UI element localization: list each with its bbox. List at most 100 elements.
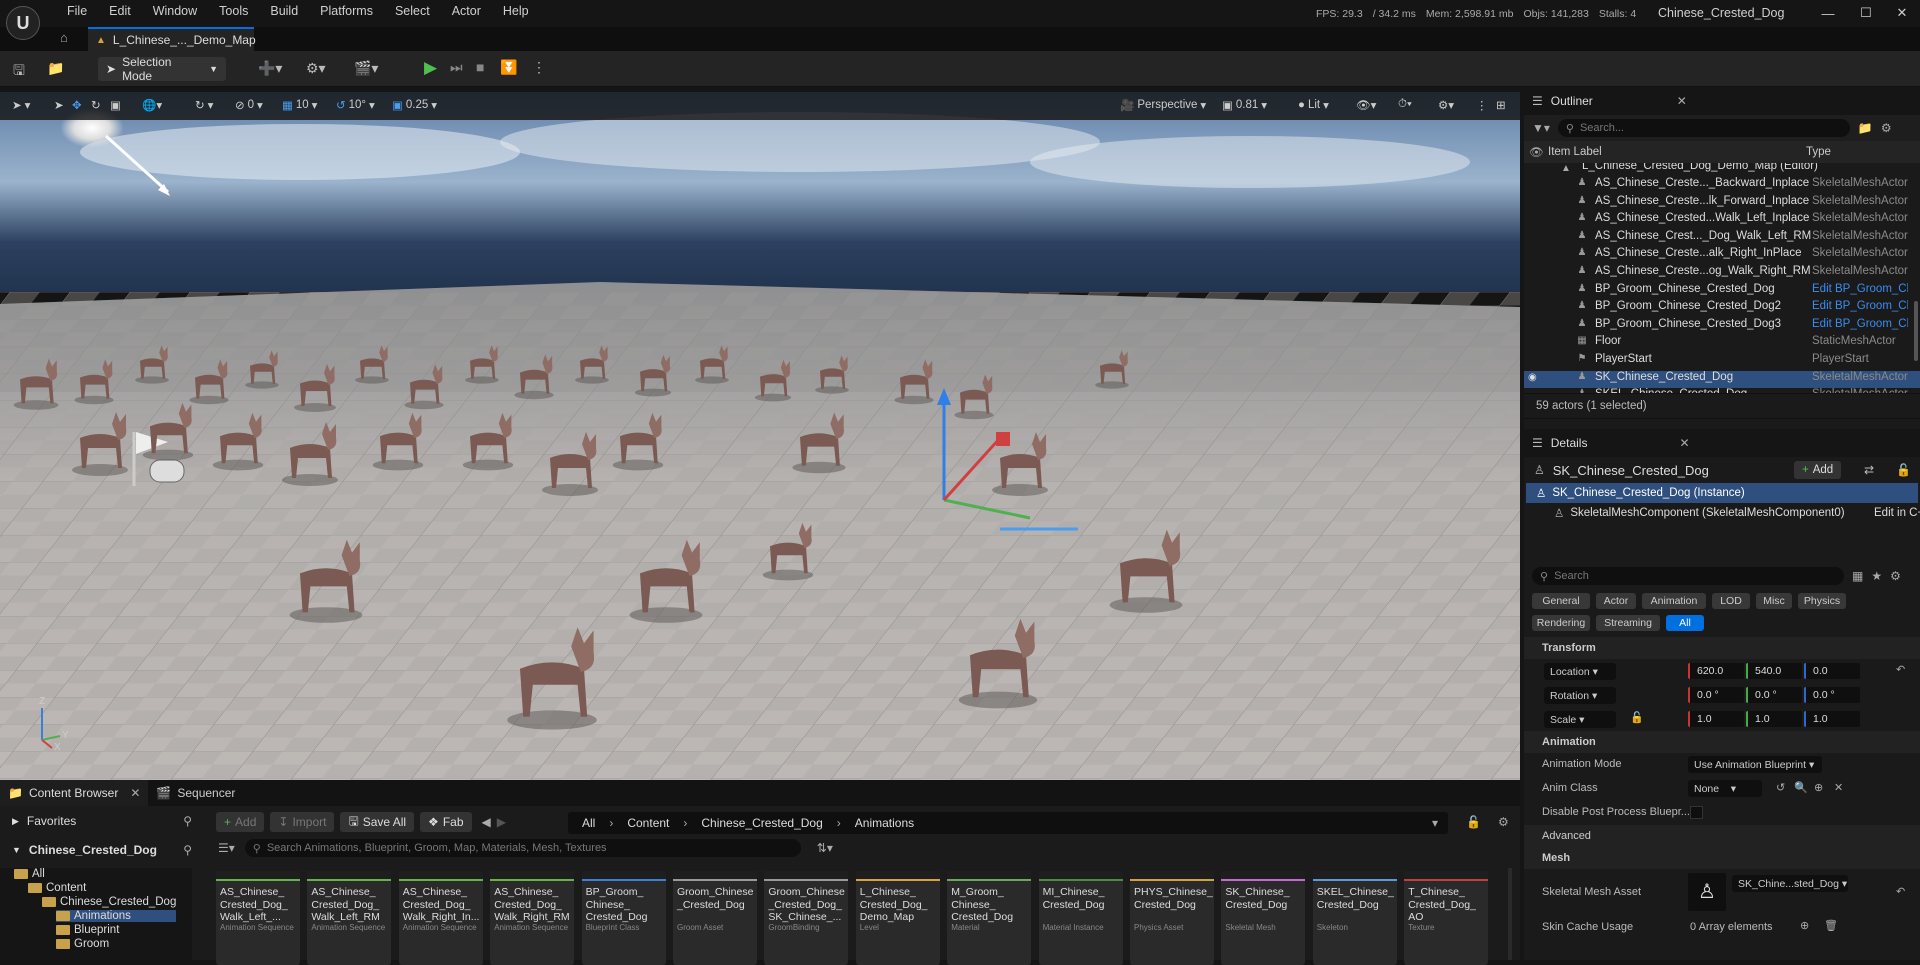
section-advanced[interactable]: Advanced [1524,825,1920,847]
rotation-z[interactable]: 0.0 ° [1804,687,1860,703]
dog-actor[interactable] [612,412,664,471]
dog-actor[interactable] [958,618,1038,709]
browse-icon[interactable]: 📁 [47,60,64,77]
scale-lock-icon[interactable]: 🔓 [1630,711,1644,724]
save-all-button[interactable]: 🖫 Save All [340,812,415,832]
dog-actor[interactable] [404,364,444,410]
blueprint-icon[interactable]: ⚙▾ [306,60,326,77]
asset-tile[interactable]: M_Groom_ Chinese_ Crested_Dog Material [947,871,1032,965]
tab-details[interactable]: ☰ Details ✕ [1524,429,1920,457]
dog-actor[interactable] [1109,529,1183,613]
add-element-icon[interactable]: ⊕ [1800,919,1809,932]
edit-in-cpp-link[interactable]: Edit in C++ [1874,507,1920,519]
dog-actor[interactable] [189,359,229,405]
outliner-row[interactable]: ♟ AS_Chinese_Creste...lk_Forward_Inplace S… [1524,195,1920,213]
dog-actor[interactable] [142,402,194,461]
translate-icon[interactable]: ✥ [72,98,82,112]
scale-icon[interactable]: ▣ [110,98,121,112]
dog-actor[interactable] [634,354,672,397]
launch-icon[interactable]: ⏬ [500,59,517,76]
rotate-icon[interactable]: ↻ [91,98,101,112]
step-icon[interactable]: ⏭ [450,59,463,76]
perspective-dropdown[interactable]: 🎥 Perspective ▾ [1120,98,1206,112]
tab-outliner[interactable]: ☰ Outliner ✕ [1524,87,1920,115]
filter-physics[interactable]: Physics [1798,593,1846,609]
asset-grid-scrollbar[interactable] [1508,868,1512,960]
dog-actor[interactable] [465,345,499,384]
dog-actor[interactable] [542,432,598,496]
layout-icon[interactable]: ⊞ [1496,98,1506,112]
dog-actor[interactable] [792,412,846,474]
location-dropdown[interactable]: Location ▾ [1544,663,1616,680]
performance-icon[interactable]: ⏱▾ [1398,98,1412,111]
scale-dropdown[interactable]: Scale ▾ [1544,711,1616,728]
folder-tree-item[interactable]: Animations [56,910,176,922]
location-y[interactable]: 540.0 [1746,663,1802,679]
folder-tree-item[interactable]: Chinese_Crested_Dog [42,896,176,908]
dog-actor[interactable] [282,422,338,486]
cb-filter-icon[interactable]: ☰▾ [218,841,235,855]
asset-tile[interactable]: Groom_Chinese _Crested_Dog_ SK_Chinese_.… [764,871,849,965]
transform-tools-menu[interactable]: ➤ ▾ [12,98,30,112]
project-search-icon[interactable]: ⚲ [183,843,192,857]
dog-actors[interactable] [0,120,1520,780]
asset-tile[interactable]: T_Chinese_ Crested_Dog_ AO Texture [1404,871,1489,965]
tab-sequencer[interactable]: 🎬 Sequencer [148,780,243,806]
col-type[interactable]: Type [1806,146,1831,158]
cinematics-icon[interactable]: 🎬▾ [354,60,378,77]
cb-settings-icon[interactable]: ⚙ [1498,815,1509,829]
menu-item-window[interactable]: Window [142,4,208,18]
scale-y[interactable]: 1.0 [1746,711,1802,727]
breadcrumb-item[interactable]: All [582,816,595,830]
reset-location-icon[interactable]: ↶ [1896,663,1905,676]
home-icon[interactable]: ⌂ [60,30,68,45]
use-selected-icon[interactable]: ↺ [1776,781,1785,794]
favorites-search-icon[interactable]: ⚲ [183,814,192,828]
asset-tile[interactable]: PHYS_Chinese_ Crested_Dog Physics Asset [1130,871,1214,965]
dog-actor[interactable] [13,358,59,410]
dog-actor[interactable] [954,374,994,420]
outliner-row[interactable]: ♟ SKEL_Chinese_Crested_Dog SkeletalMeshAct… [1524,388,1920,393]
close-details-tab-icon[interactable]: ✕ [1679,436,1689,450]
add-folder-icon[interactable]: 📁 [1858,121,1873,135]
more-options-icon[interactable]: ⋮ [532,59,546,76]
dog-actor[interactable] [289,539,363,623]
menu-item-tools[interactable]: Tools [208,4,259,18]
lock-path-icon[interactable]: 🔓 [1466,815,1481,829]
menu-item-build[interactable]: Build [259,4,309,18]
project-tree-header[interactable]: ▼ Chinese_Crested_Dog ⚲ [12,843,192,857]
asset-tile[interactable]: MI_Chinese_ Crested_Dog Material Instance [1038,871,1123,965]
outliner-row[interactable]: ♟ AS_Chinese_Creste..._Backward_Inplace Sk… [1524,177,1920,195]
dog-actor[interactable] [514,354,554,400]
settings-icon[interactable]: ⚙▾ [1438,98,1454,112]
clear-icon[interactable]: ✕ [1834,781,1843,794]
dog-actor[interactable] [762,522,814,581]
asset-tile[interactable]: Groom_Chinese _Crested_Dog Groom Asset [673,871,757,965]
section-transform[interactable]: Transform [1524,637,1920,659]
filter-rendering[interactable]: Rendering [1532,615,1590,631]
instance-row[interactable]: ♙ SK_Chinese_Crested_Dog (Instance) [1526,483,1918,503]
outliner-row[interactable]: ♟ AS_Chinese_Creste...og_Walk_Right_RM Ske… [1524,265,1920,283]
filter-animation[interactable]: Animation [1642,593,1706,609]
dog-actor[interactable] [894,359,934,405]
component-row[interactable]: ♙ SkeletalMeshComponent (SkeletalMeshCom… [1524,503,1920,523]
cb-search-input[interactable]: ⚲ Search Animations, Blueprint, Groom, M… [244,839,801,857]
menu-item-file[interactable]: File [56,4,98,18]
menu-item-edit[interactable]: Edit [98,4,142,18]
unreal-logo-icon[interactable]: U [6,6,40,40]
outliner-row[interactable]: ◉ ♟ SK_Chinese_Crested_Dog SkeletalMeshActo… [1524,370,1920,389]
asset-tile[interactable]: AS_Chinese_ Crested_Dog_ Walk_Left_... An… [216,871,300,965]
lock-icon[interactable]: 🔓 [1896,463,1911,477]
details-settings-icon[interactable]: ⚙ [1890,569,1901,583]
breadcrumb-dropdown-icon[interactable]: ▾ [1432,816,1438,830]
show-flags-icon[interactable]: 👁▾ [1356,98,1376,112]
folder-tree-item[interactable]: Blueprint [56,924,119,936]
filter-misc[interactable]: Misc [1756,593,1792,609]
back-icon[interactable]: ◀ [482,815,491,829]
folder-tree-item[interactable]: Groom [56,938,109,950]
scale-x[interactable]: 1.0 [1688,711,1744,727]
view-mode-dropdown[interactable]: ● Lit ▾ [1298,98,1329,112]
menu-item-select[interactable]: Select [384,4,441,18]
skeletal-mesh-dropdown[interactable]: SK_Chine...sted_Dog ▾ [1732,875,1848,892]
tab-content-browser[interactable]: 📁 Content Browser ✕ [0,780,149,806]
